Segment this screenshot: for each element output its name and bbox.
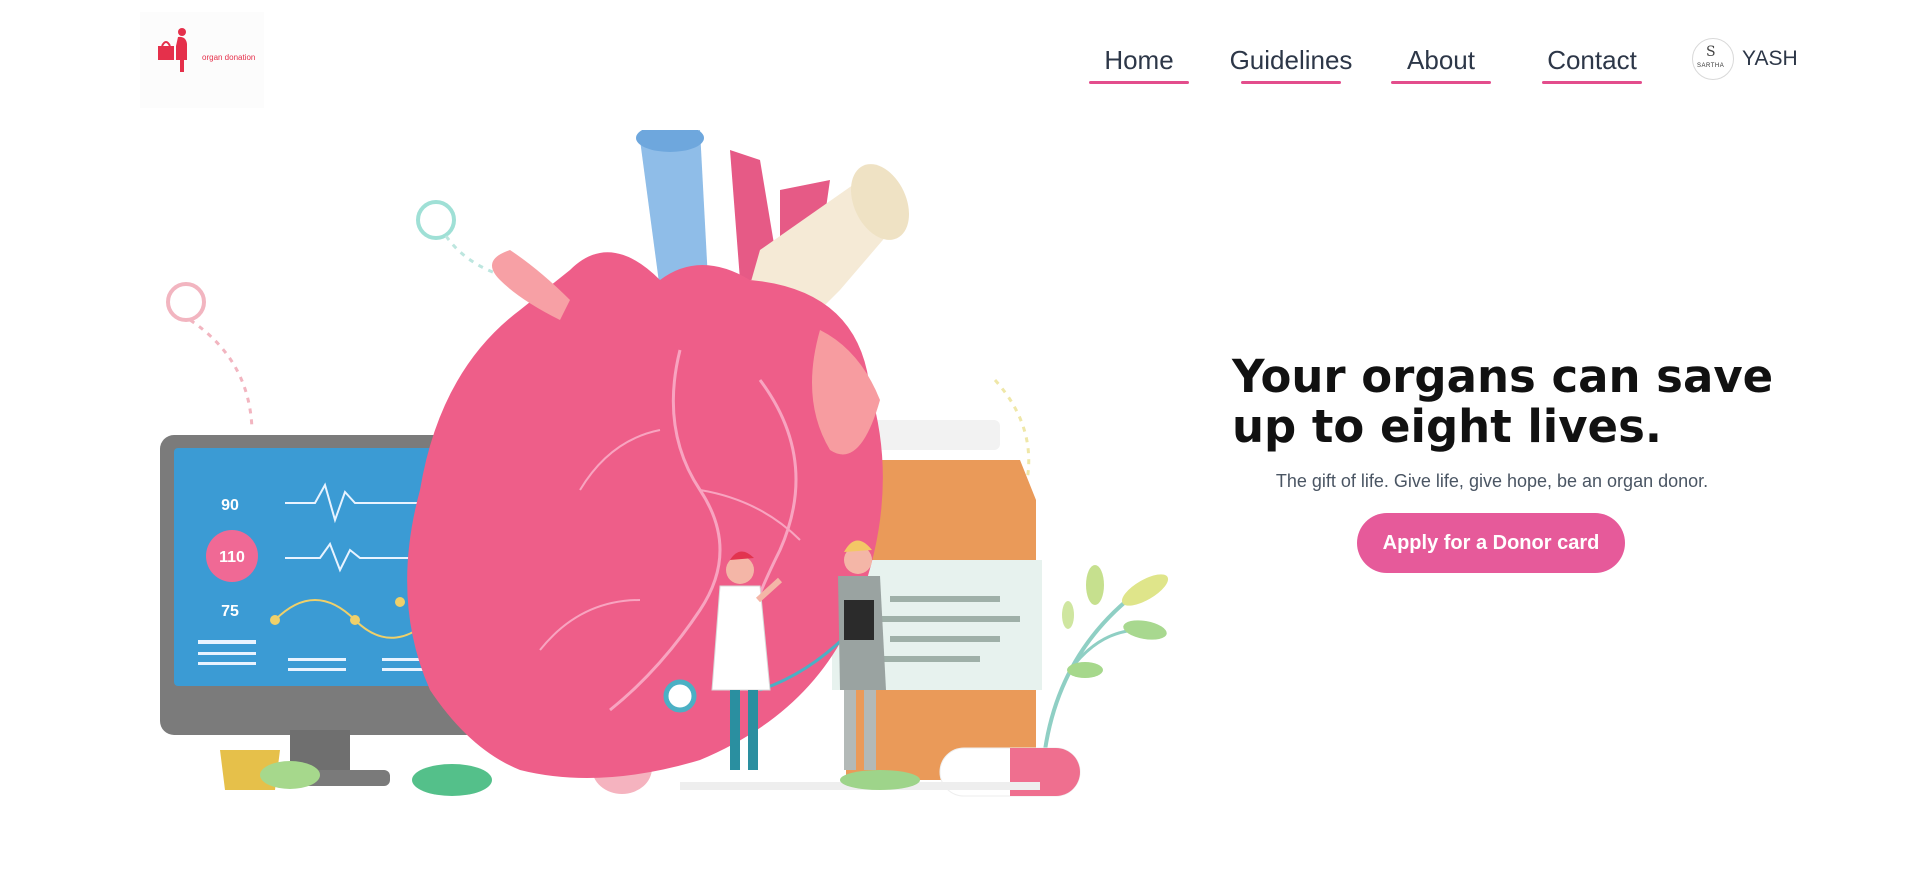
user-name[interactable]: YASH (1742, 47, 1798, 71)
nav-home[interactable]: Home (1088, 40, 1190, 84)
plant-icon (1043, 565, 1169, 751)
nav-about-underline (1391, 81, 1491, 84)
user-avatar[interactable]: S SARTHA (1692, 38, 1734, 80)
heart-icon (407, 250, 883, 778)
nav-contact[interactable]: Contact (1541, 40, 1643, 84)
nav-guidelines[interactable]: Guidelines (1228, 40, 1354, 84)
hero-headline: Your organs can save up to eight lives. (1232, 350, 1774, 453)
hero-subtitle: The gift of life. Give life, give hope, … (1275, 471, 1709, 491)
nav-about-label: About (1407, 45, 1475, 75)
deco-ring-teal-icon (416, 200, 456, 240)
brand-logo[interactable]: organ donation (140, 12, 264, 108)
deco-ring-pink-icon (166, 282, 206, 322)
monitor-reading-3: 75 (221, 603, 239, 620)
nav-contact-underline (1542, 81, 1642, 84)
nav-guidelines-label: Guidelines (1229, 45, 1353, 75)
nav-home-underline (1089, 81, 1189, 84)
apply-donor-card-button[interactable]: Apply for a Donor card (1357, 513, 1625, 573)
nav-home-label: Home (1104, 45, 1174, 75)
logo-text: organ donation (202, 53, 256, 62)
avatar-text: SARTHA (1697, 63, 1725, 69)
stethoscope-icon (663, 679, 697, 713)
heart-illustration: 90 110 75 (160, 130, 1169, 797)
nav-contact-label: Contact (1547, 45, 1637, 75)
avatar-letter: S (1706, 44, 1716, 60)
nav-guidelines-underline (1241, 81, 1341, 84)
monitor-reading-2: 110 (219, 549, 245, 566)
nav-about[interactable]: About (1390, 40, 1492, 84)
organ-donor-logo-icon (158, 28, 187, 72)
monitor-reading-1: 90 (221, 497, 239, 514)
